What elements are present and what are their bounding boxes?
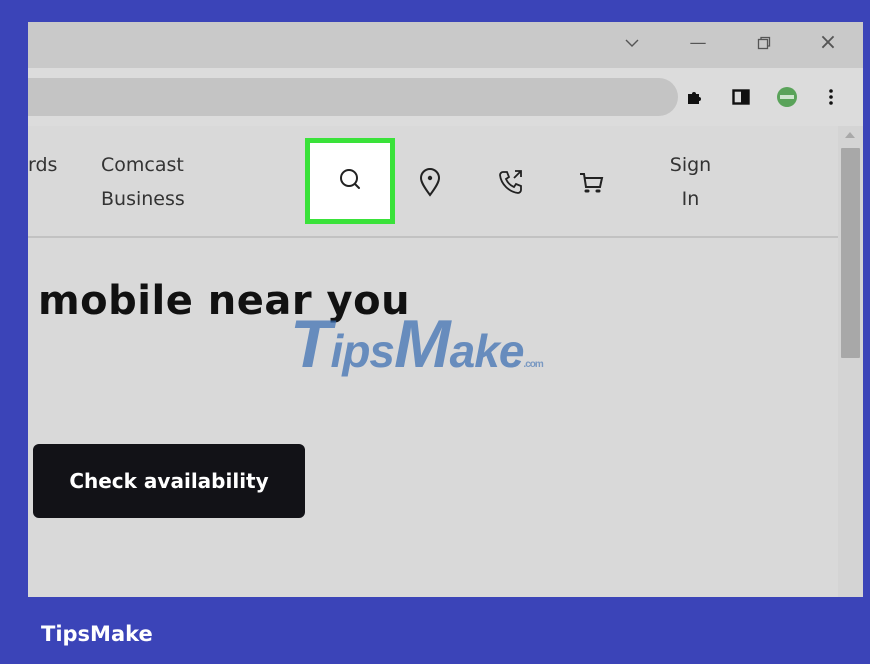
browser-window: — × rds Comcast Business Sign In mobile … bbox=[28, 22, 863, 597]
site-nav: rds Comcast Business Sign In bbox=[28, 126, 838, 238]
tipsmake-brand: TipsMake bbox=[41, 622, 153, 646]
address-bar[interactable] bbox=[28, 78, 678, 116]
cart-icon[interactable] bbox=[576, 168, 606, 198]
search-icon bbox=[336, 165, 364, 197]
minimize-button[interactable]: — bbox=[688, 32, 708, 54]
sign-in-link[interactable]: Sign In bbox=[668, 148, 713, 216]
nav-item-comcast-business[interactable]: Comcast Business bbox=[101, 148, 185, 216]
kebab-menu-icon[interactable] bbox=[820, 86, 842, 108]
tipsmake-watermark: TipsMake.com bbox=[290, 310, 544, 399]
nav-item-partial[interactable]: rds bbox=[28, 148, 57, 182]
nav-business-line2: Business bbox=[101, 188, 185, 210]
watermark-T: T bbox=[290, 306, 332, 382]
watermark-com: .com bbox=[523, 359, 543, 370]
close-button[interactable]: × bbox=[818, 32, 838, 54]
nav-business-line1: Comcast bbox=[101, 154, 184, 176]
side-panel-icon[interactable] bbox=[730, 86, 752, 108]
watermark-M: M bbox=[394, 306, 451, 382]
chevron-down-icon[interactable] bbox=[622, 32, 642, 54]
watermark-ake: ake bbox=[449, 325, 525, 377]
title-bar: — × bbox=[28, 22, 863, 68]
restore-button[interactable] bbox=[754, 32, 774, 54]
browser-toolbar bbox=[28, 68, 863, 126]
location-pin-icon[interactable] bbox=[416, 166, 444, 198]
check-availability-button[interactable]: Check availability bbox=[33, 444, 305, 518]
phone-icon[interactable] bbox=[496, 166, 526, 198]
scroll-thumb[interactable] bbox=[841, 148, 860, 358]
sign-in-line2: In bbox=[681, 188, 700, 210]
page-scrollbar[interactable] bbox=[838, 126, 863, 597]
scroll-up-arrow-icon[interactable] bbox=[845, 132, 855, 138]
sign-in-line1: Sign bbox=[669, 154, 712, 176]
puzzle-extensions-icon[interactable] bbox=[684, 86, 706, 108]
profile-avatar-icon[interactable] bbox=[776, 86, 798, 108]
watermark-ips: ips bbox=[330, 325, 395, 377]
search-button[interactable] bbox=[305, 138, 395, 224]
web-page: rds Comcast Business Sign In mobile near… bbox=[28, 126, 838, 597]
